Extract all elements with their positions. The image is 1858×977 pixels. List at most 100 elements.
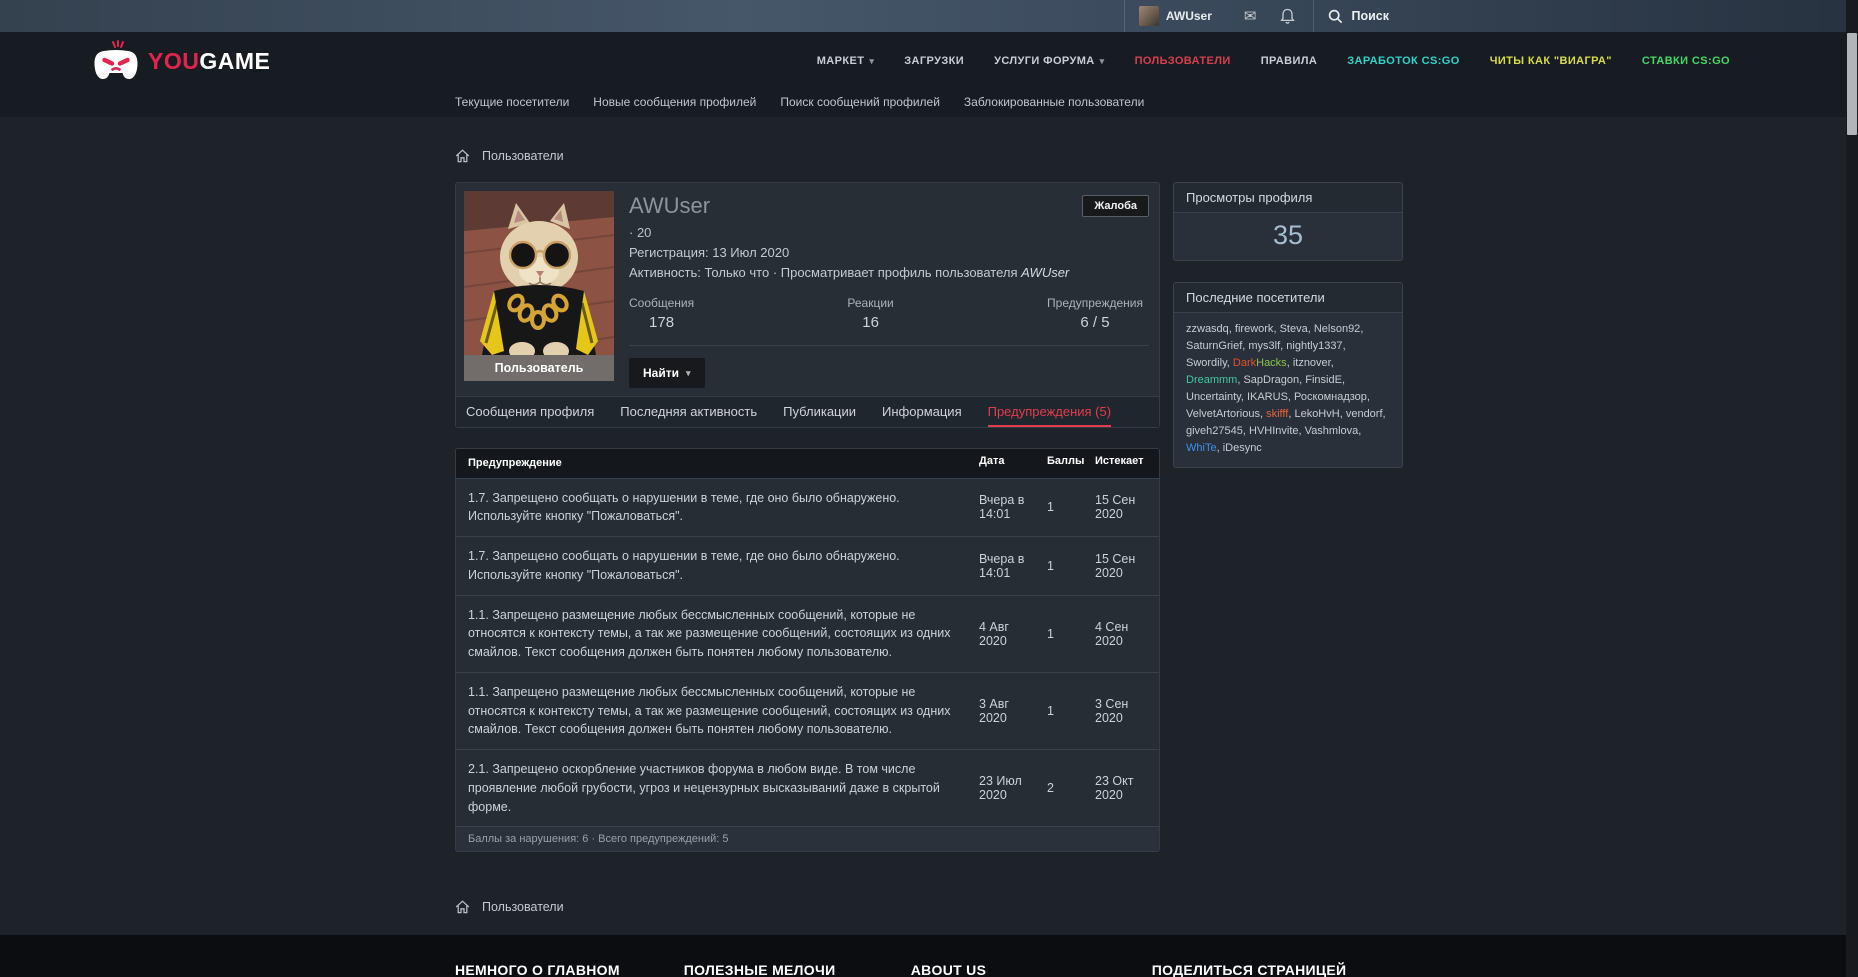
activity-target-user[interactable]: AWUser: [1021, 265, 1069, 280]
scrollbar-thumb[interactable]: [1847, 33, 1857, 135]
visitor-link[interactable]: Uncertainty: [1186, 391, 1241, 403]
find-button[interactable]: Найти ▾: [629, 358, 705, 388]
recent-visitors-list: zzwasdq, firework, Steva, Nelson92, Satu…: [1186, 323, 1386, 454]
footer-col-title: ПОЛЕЗНЫЕ МЕЛОЧИ: [683, 962, 836, 977]
profile-avatar[interactable]: Пользователь: [464, 191, 614, 388]
warning-expires: 4 Сен 2020: [1095, 619, 1129, 648]
profile-age: · 20: [629, 225, 652, 240]
search-label: Поиск: [1351, 9, 1389, 23]
warning-text: 1.1. Запрещено размещение любых бессмысл…: [468, 684, 951, 737]
warnings-table: Предупреждение Дата Баллы Истекает 1.7. …: [455, 448, 1160, 853]
site-logo[interactable]: YOUGAME: [92, 38, 270, 84]
page-scrollbar[interactable]: [1846, 0, 1858, 977]
nav-item[interactable]: ЧИТЫ КАК "ВИАГРА": [1490, 55, 1612, 67]
visitor-link[interactable]: Steva: [1280, 323, 1308, 335]
visitor-link[interactable]: HVHInvite: [1249, 425, 1299, 437]
site-header: YOUGAME МАРКЕТ ▾ ЗАГРУЗКИ УСЛУГИ ФОРУМА ▾ ПОЛ…: [0, 32, 1858, 117]
nav-item[interactable]: ПРАВИЛА: [1261, 55, 1318, 67]
breadcrumb-label: Пользователи: [482, 900, 564, 915]
tab-item[interactable]: Сообщения профиля: [466, 397, 594, 427]
search-button[interactable]: Поиск: [1313, 0, 1403, 32]
nav-item[interactable]: ЗАРАБОТОК CS:GO: [1347, 55, 1459, 67]
profile-card: Пользователь AWUser Жалоба · 20 Регистра…: [455, 182, 1160, 428]
chevron-down-icon: ▾: [685, 367, 691, 378]
visitor-link[interactable]: SapDragon: [1243, 374, 1299, 386]
warning-text: 1.7. Запрещено сообщать о нарушении в те…: [468, 490, 900, 524]
visitor-link[interactable]: skifff: [1266, 408, 1288, 420]
home-icon: [455, 149, 470, 163]
nav-item[interactable]: ЗАГРУЗКИ: [904, 55, 964, 67]
table-row: 1.7. Запрещено сообщать о нарушении в те…: [456, 477, 1159, 537]
visitor-link[interactable]: VelvetArtorious: [1186, 408, 1260, 420]
subnav-item[interactable]: Текущие посетители: [455, 95, 569, 109]
stat-value[interactable]: 178: [629, 314, 694, 331]
warning-date: Вчера в 14:01: [979, 551, 1025, 580]
visitor-link[interactable]: nightly1337: [1286, 340, 1342, 352]
visitor-link[interactable]: zzwasdq: [1186, 323, 1229, 335]
bell-icon[interactable]: [1280, 8, 1296, 25]
table-row: 1.1. Запрещено размещение любых бессмысл…: [456, 594, 1159, 672]
visitor-link[interactable]: Dreammm: [1186, 374, 1237, 386]
visitor-link[interactable]: Nelson92: [1314, 323, 1360, 335]
warning-expires: 15 Сен 2020: [1095, 493, 1136, 522]
nav-item[interactable]: УСЛУГИ ФОРУМА ▾: [994, 55, 1104, 67]
stat-label: Реакции: [847, 296, 894, 310]
visitor-link[interactable]: IKARUS: [1247, 391, 1288, 403]
topbar-user-menu[interactable]: AWUser: [1123, 0, 1226, 32]
visitor-link[interactable]: Роскомнадзор: [1294, 391, 1367, 403]
envelope-icon[interactable]: ✉: [1244, 7, 1257, 25]
chevron-down-icon: ▾: [1099, 55, 1105, 66]
tab-item[interactable]: Последняя активность: [620, 397, 757, 427]
nav-item[interactable]: ПОЛЬЗОВАТЕЛИ: [1135, 55, 1231, 67]
warning-date: 3 Авг 2020: [979, 696, 1009, 725]
home-icon: [455, 900, 470, 914]
subnav-item[interactable]: Поиск сообщений профилей: [780, 95, 940, 109]
logo-game: GAME: [199, 47, 271, 74]
nav-item-label: ПРАВИЛА: [1260, 55, 1318, 67]
nav-item-label: СТАВКИ CS:GO: [1641, 55, 1730, 67]
nav-item[interactable]: МАРКЕТ ▾: [817, 55, 875, 67]
main-content: Пользователи Пользователь AWUser Жалоба …: [0, 117, 1858, 914]
visitor-link[interactable]: iDesync: [1223, 442, 1262, 454]
visitor-link[interactable]: giveh27545: [1186, 425, 1243, 437]
table-row: 1.1. Запрещено размещение любых бессмысл…: [456, 671, 1159, 749]
stat: Реакции 16: [847, 296, 893, 331]
breadcrumb-bottom[interactable]: Пользователи: [455, 900, 1403, 914]
profile-views-block: Просмотры профиля 35: [1173, 182, 1403, 261]
warning-points: 1: [1047, 500, 1054, 515]
profile-stats: Сообщения 178 Реакции 16 Предупреждения 6 / 5: [629, 296, 1149, 331]
visitor-link[interactable]: FinsidE: [1305, 374, 1342, 386]
visitor-link[interactable]: Swordily: [1186, 357, 1227, 369]
table-row: 1.7. Запрещено сообщать о нарушении в те…: [456, 536, 1159, 595]
subnav-item[interactable]: Новые сообщения профилей: [593, 95, 756, 109]
warning-expires: 15 Сен 2020: [1095, 551, 1136, 580]
visitor-link[interactable]: SaturnGrief: [1186, 340, 1242, 352]
visitor-link[interactable]: mys3lf: [1248, 340, 1280, 352]
user-avatar: [1138, 6, 1159, 26]
stat-value[interactable]: 16: [847, 314, 893, 331]
report-button[interactable]: Жалоба: [1082, 195, 1149, 217]
tab-item[interactable]: Публикации: [783, 397, 856, 427]
table-row: 2.1. Запрещено оскорбление участников фо…: [456, 749, 1159, 826]
warning-points: 1: [1047, 626, 1054, 641]
breadcrumb[interactable]: Пользователи: [455, 149, 1403, 163]
visitor-link[interactable]: WhiTe: [1186, 442, 1217, 454]
topbar-username: AWUser: [1165, 9, 1212, 23]
visitor-link[interactable]: Vashmlova: [1305, 425, 1359, 437]
warning-points: 1: [1047, 703, 1054, 718]
visitor-link[interactable]: Dark: [1233, 357, 1256, 369]
warning-expires: 3 Сен 2020: [1095, 696, 1129, 725]
visitor-link[interactable]: itznover: [1293, 357, 1331, 369]
nav-item-label: ПОЛЬЗОВАТЕЛИ: [1134, 55, 1231, 67]
nav-item-label: ЧИТЫ КАК "ВИАГРА": [1489, 55, 1612, 67]
tab-active[interactable]: Предупреждения (5): [987, 397, 1112, 427]
col-date: Дата: [979, 455, 1005, 467]
nav-item[interactable]: СТАВКИ CS:GO: [1642, 55, 1730, 67]
subnav-item[interactable]: Заблокированные пользователи: [964, 95, 1144, 109]
visitor-link[interactable]: firework: [1235, 323, 1274, 335]
visitor-link[interactable]: LekoHvH: [1294, 408, 1339, 420]
tab-item[interactable]: Информация: [882, 397, 962, 427]
stat-value[interactable]: 6 / 5: [1047, 314, 1143, 331]
visitor-link[interactable]: vendorf: [1346, 408, 1383, 420]
visitor-link[interactable]: Hacks: [1256, 357, 1287, 369]
